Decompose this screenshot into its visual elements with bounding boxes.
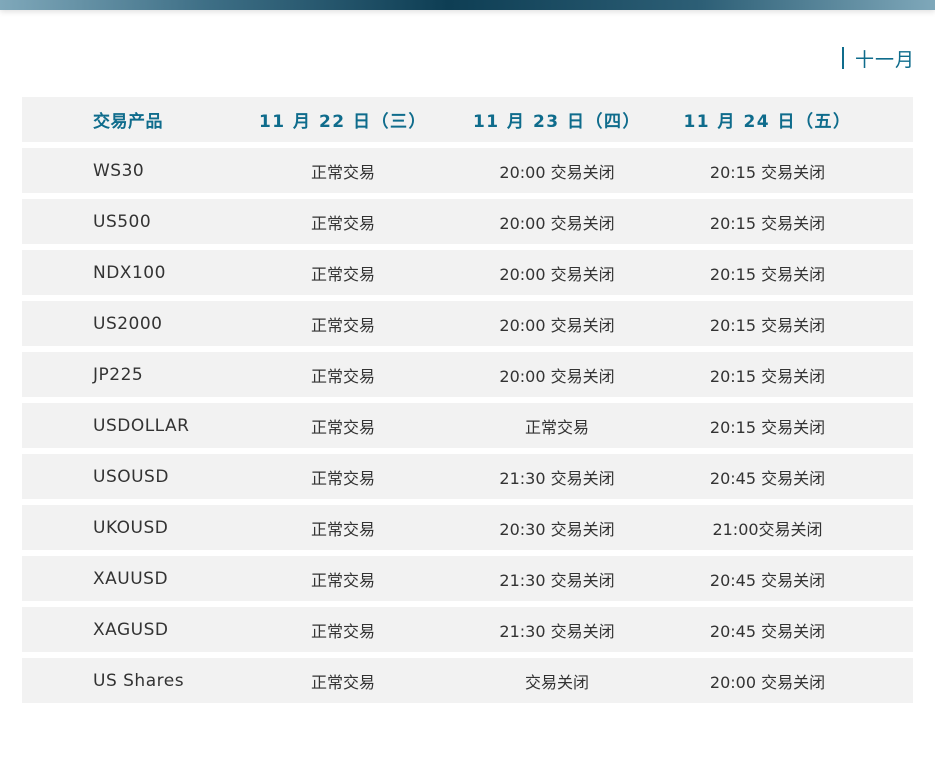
day3-status-cell: 20:15 交易关闭 [709,366,826,386]
day2-status-cell: 交易关闭 [524,672,589,692]
day1-status-cell: 正常交易 [310,162,375,182]
day1-status-cell: 正常交易 [310,570,375,590]
table-row: USOUSD 正常交易 21:30 交易关闭 20:45 交易关闭 [22,454,913,499]
day3-status-cell: 20:15 交易关闭 [709,417,826,437]
day1-status-cell: 正常交易 [310,468,375,488]
day2-status-cell: 20:00 交易关闭 [499,213,615,233]
product-cell: USOUSD [93,466,169,487]
header-date-1: 11 月 22 日（三） [258,112,428,132]
trading-schedule-table: 交易产品 11 月 22 日（三） 11 月 23 日（四） 11 月 24 日… [22,97,913,709]
table-row: US500 正常交易 20:00 交易关闭 20:15 交易关闭 [22,199,913,244]
product-cell: XAGUSD [93,619,169,640]
day3-status-cell: 20:15 交易关闭 [709,315,826,335]
day3-status-cell: 21:00交易关闭 [712,519,823,539]
product-cell: XAUUSD [93,568,169,589]
table-body: WS30 正常交易 20:00 交易关闭 20:15 交易关闭 US500 正常交易 20:… [22,148,913,703]
day2-status-cell: 21:30 交易关闭 [499,570,615,590]
day2-status-cell: 20:30 交易关闭 [499,519,615,539]
header-date-2: 11 月 23 日（四） [472,112,642,132]
table-row: UKOUSD 正常交易 20:30 交易关闭 21:00交易关闭 [22,505,913,550]
table-row: JP225 正常交易 20:00 交易关闭 20:15 交易关闭 [22,352,913,397]
table-header-row: 交易产品 11 月 22 日（三） 11 月 23 日（四） 11 月 24 日… [22,97,913,142]
day1-status-cell: 正常交易 [310,621,375,641]
day1-status-cell: 正常交易 [310,264,375,284]
day2-status-cell: 20:00 交易关闭 [499,315,615,335]
table-row: USDOLLAR 正常交易 正常交易 20:15 交易关闭 [22,403,913,448]
table-row: US Shares 正常交易 交易关闭 20:00 交易关闭 [22,658,913,703]
day3-status-cell: 20:15 交易关闭 [709,162,826,182]
product-cell: NDX100 [93,262,166,283]
product-cell: JP225 [93,364,144,385]
product-cell: WS30 [93,160,145,181]
product-cell: USDOLLAR [93,415,190,436]
day3-status-cell: 20:45 交易关闭 [709,621,826,641]
table-row: XAGUSD 正常交易 21:30 交易关闭 20:45 交易关闭 [22,607,913,652]
day1-status-cell: 正常交易 [310,672,375,692]
product-cell: US Shares [93,670,185,691]
header-product: 交易产品 [93,112,163,132]
product-cell: US2000 [93,313,163,334]
day3-status-cell: 20:00 交易关闭 [709,672,826,692]
day1-status-cell: 正常交易 [310,366,375,386]
day2-status-cell: 20:00 交易关闭 [499,366,615,386]
table-row: US2000 正常交易 20:00 交易关闭 20:15 交易关闭 [22,301,913,346]
month-heading: 十一月 [841,47,915,71]
table-row: XAUUSD 正常交易 21:30 交易关闭 20:45 交易关闭 [22,556,913,601]
month-divider [841,47,844,69]
day1-status-cell: 正常交易 [310,213,375,233]
table-row: WS30 正常交易 20:00 交易关闭 20:15 交易关闭 [22,148,913,193]
day3-status-cell: 20:45 交易关闭 [709,570,826,590]
day1-status-cell: 正常交易 [310,417,375,437]
day3-status-cell: 20:15 交易关闭 [709,213,826,233]
day2-status-cell: 20:00 交易关闭 [499,162,615,182]
top-gradient-bar [0,0,935,10]
month-label: 十一月 [854,48,915,71]
day3-status-cell: 20:15 交易关闭 [709,264,826,284]
table-row: NDX100 正常交易 20:00 交易关闭 20:15 交易关闭 [22,250,913,295]
day3-status-cell: 20:45 交易关闭 [709,468,826,488]
day2-status-cell: 正常交易 [524,417,589,437]
day2-status-cell: 21:30 交易关闭 [499,468,615,488]
day2-status-cell: 21:30 交易关闭 [499,621,615,641]
header-date-3: 11 月 24 日（五） [683,112,852,132]
product-cell: US500 [93,211,152,232]
day1-status-cell: 正常交易 [310,315,375,335]
product-cell: UKOUSD [93,517,169,538]
day1-status-cell: 正常交易 [310,519,375,539]
day2-status-cell: 20:00 交易关闭 [499,264,615,284]
